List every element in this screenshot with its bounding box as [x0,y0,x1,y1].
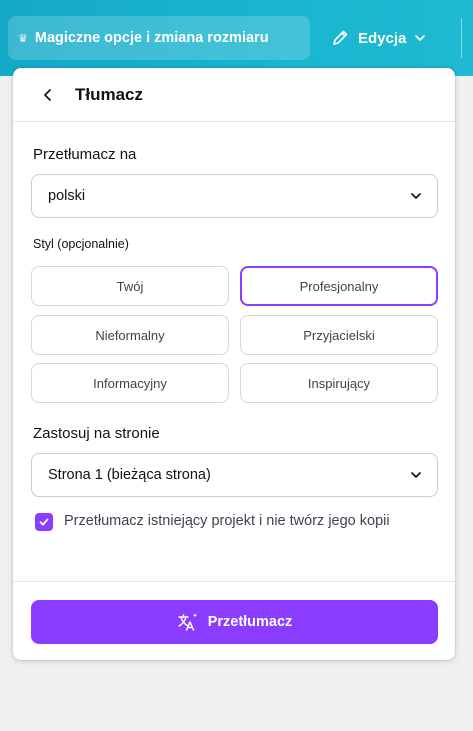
panel-title: Tłumacz [75,84,144,104]
page-value: Strona 1 (bieżąca strona) [48,467,211,483]
overwrite-option: Przetłumacz istniejący projekt i nie twó… [35,510,435,533]
panel-header: Tłumacz [13,68,455,122]
chevron-left-icon [44,88,51,101]
crown-icon: ♛ [18,32,28,45]
chevron-down-icon [415,35,426,41]
chevron-down-icon [411,193,421,199]
language-value: polski [48,188,86,204]
style-option-profesjonalny[interactable]: Profesjonalny [240,266,438,306]
magic-resize-label: Magiczne opcje i zmiana rozmiaru [34,30,269,46]
style-option-inspirujacy[interactable]: Inspirujący [240,363,438,403]
magic-resize-button[interactable]: ♛ Magiczne opcje i zmiana rozmiaru [8,16,310,60]
style-label: Styl (opcjonalnie) [33,237,129,251]
overwrite-checkbox-label[interactable]: Przetłumacz istniejący projekt i nie twó… [64,510,390,533]
translate-panel: Tłumacz Przetłumacz na polski Styl (opcj… [13,68,455,660]
overwrite-checkbox[interactable] [35,513,53,531]
translate-button-label: Przetłumacz [207,614,293,630]
apply-page-label: Zastosuj na stronie [33,425,160,442]
top-toolbar: ♛ Magiczne opcje i zmiana rozmiaru Edycj… [0,0,473,76]
translate-to-label: Przetłumacz na [33,146,137,163]
edit-label: Edycja [358,29,407,47]
chevron-down-icon [411,472,421,478]
pencil-icon [333,30,348,45]
back-button[interactable] [37,84,59,106]
language-select[interactable]: polski [31,174,438,218]
edit-menu-button[interactable]: Edycja [330,16,448,60]
page-select[interactable]: Strona 1 (bieżąca strona) [31,453,438,497]
style-option-twoj[interactable]: Twój [31,266,229,306]
toolbar-divider [461,18,462,58]
style-option-informacyjny[interactable]: Informacyjny [31,363,229,403]
footer-divider [13,581,455,582]
style-option-przyjacielski[interactable]: Przyjacielski [240,315,438,355]
translate-button[interactable]: Przetłumacz [31,600,438,644]
checkmark-icon [39,518,49,526]
style-option-nieformalny[interactable]: Nieformalny [31,315,229,355]
translate-sparkle-icon [177,613,197,631]
